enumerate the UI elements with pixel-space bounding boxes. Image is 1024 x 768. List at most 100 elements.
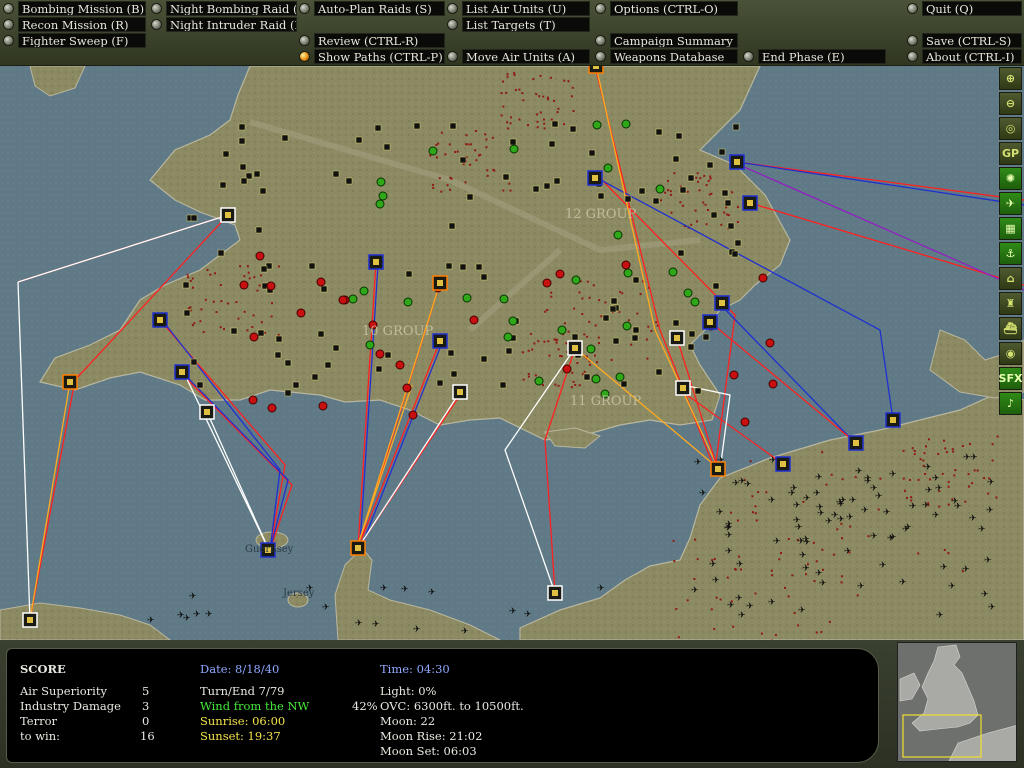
- airfield-marker[interactable]: [732, 123, 740, 131]
- airfield-marker[interactable]: [672, 319, 680, 327]
- target-marker[interactable]: [768, 379, 778, 389]
- airfield-marker[interactable]: [724, 199, 732, 207]
- luftwaffe-unit-marker[interactable]: ✈: [413, 625, 421, 635]
- luftwaffe-unit-marker[interactable]: ✈: [849, 496, 857, 506]
- luftwaffe-unit-marker[interactable]: ✈: [925, 486, 933, 496]
- luftwaffe-unit-marker[interactable]: ✈: [831, 511, 839, 521]
- fighter-unit-marker[interactable]: [655, 184, 665, 194]
- airfield-marker[interactable]: [609, 305, 617, 313]
- airfield-marker[interactable]: [688, 330, 696, 338]
- luftwaffe-unit-marker[interactable]: ✈: [193, 610, 201, 620]
- target-marker[interactable]: [375, 349, 385, 359]
- luftwaffe-unit-marker[interactable]: ✈: [738, 477, 746, 487]
- sfx-button[interactable]: SFX: [999, 367, 1022, 390]
- luftwaffe-unit-marker[interactable]: ✈: [803, 494, 811, 504]
- airfield-marker[interactable]: [190, 214, 198, 222]
- luftwaffe-unit-marker[interactable]: ✈: [978, 525, 986, 535]
- luftwaffe-unit-marker[interactable]: ✈: [909, 502, 917, 512]
- fighter-unit-marker[interactable]: [534, 376, 544, 386]
- zoom-out-icon[interactable]: ⊖: [999, 92, 1022, 115]
- airfield-marker[interactable]: [355, 136, 363, 144]
- target-marker[interactable]: [266, 281, 276, 291]
- fighter-unit-marker[interactable]: [508, 316, 518, 326]
- target-marker[interactable]: [395, 360, 405, 370]
- luftwaffe-unit-marker[interactable]: ✈: [986, 506, 994, 516]
- luftwaffe-unit-marker[interactable]: ✈: [691, 586, 699, 596]
- luftwaffe-unit-marker[interactable]: ✈: [725, 523, 733, 533]
- airfield-marker[interactable]: [405, 270, 413, 278]
- luftwaffe-unit-marker[interactable]: ✈: [322, 603, 330, 613]
- recon-mission-button[interactable]: Recon Mission (R): [3, 17, 146, 32]
- airfield-marker[interactable]: [459, 263, 467, 271]
- airfield-marker[interactable]: [196, 381, 204, 389]
- about-button[interactable]: About (CTRL-I): [907, 49, 1022, 64]
- airfield-marker[interactable]: [255, 226, 263, 234]
- luftwaffe-unit-marker[interactable]: ✈: [793, 516, 801, 526]
- luftwaffe-unit-marker[interactable]: ✈: [904, 523, 912, 533]
- airfield-marker[interactable]: [190, 358, 198, 366]
- airfield-marker[interactable]: [436, 379, 444, 387]
- airfield-marker[interactable]: [345, 177, 353, 185]
- fighter-unit-marker[interactable]: [359, 286, 369, 296]
- airfield-marker[interactable]: [679, 186, 687, 194]
- airfield-marker[interactable]: [710, 211, 718, 219]
- airfield-marker[interactable]: [324, 361, 332, 369]
- luftwaffe-unit-marker[interactable]: ✈: [768, 598, 776, 608]
- target-marker[interactable]: [621, 260, 631, 270]
- target-marker[interactable]: [239, 280, 249, 290]
- luftwaffe-unit-marker[interactable]: ✈: [861, 506, 869, 516]
- airfield-marker[interactable]: [721, 189, 729, 197]
- airfield-marker[interactable]: [632, 326, 640, 334]
- airfield-marker[interactable]: [219, 181, 227, 189]
- luftwaffe-unit-marker[interactable]: ✈: [725, 547, 733, 557]
- fighter-unit-marker[interactable]: [348, 294, 358, 304]
- luftwaffe-unit-marker[interactable]: ✈: [727, 601, 735, 611]
- airfield-marker[interactable]: [284, 389, 292, 397]
- luftwaffe-unit-marker[interactable]: ✈: [864, 474, 872, 484]
- move-air-units-button[interactable]: Move Air Units (A): [447, 49, 590, 64]
- city-icon[interactable]: ♜: [999, 292, 1022, 315]
- target-marker[interactable]: [562, 364, 572, 374]
- airfield-marker[interactable]: [238, 137, 246, 145]
- target-marker[interactable]: [729, 370, 739, 380]
- airfield-marker[interactable]: [182, 281, 190, 289]
- airfield-marker[interactable]: [602, 314, 610, 322]
- airfield-marker[interactable]: [551, 120, 559, 128]
- map-canvas[interactable]: ✈✈✈✈✈✈✈✈✈✈✈✈✈✈✈ ✈✈✈✈✈✈✈✈✈✈✈✈ ✈✈✈✈✈✈✈✈✈✈✈✈✈…: [0, 66, 1024, 640]
- anchor-icon[interactable]: ⚓: [999, 242, 1022, 265]
- target-marker[interactable]: [296, 308, 306, 318]
- luftwaffe-unit-marker[interactable]: ✈: [712, 576, 720, 586]
- airfield-marker[interactable]: [612, 337, 620, 345]
- fighter-unit-marker[interactable]: [591, 374, 601, 384]
- airfield-marker[interactable]: [553, 177, 561, 185]
- airfield-marker[interactable]: [332, 170, 340, 178]
- luftwaffe-unit-marker[interactable]: ✈: [694, 458, 702, 468]
- airfield-marker[interactable]: [731, 250, 739, 258]
- fighter-unit-marker[interactable]: [690, 297, 700, 307]
- luftwaffe-unit-marker[interactable]: ✈: [802, 564, 810, 574]
- airfield-marker[interactable]: [702, 333, 710, 341]
- airfield-marker[interactable]: [543, 182, 551, 190]
- airfield-marker[interactable]: [257, 329, 265, 337]
- airfield-marker[interactable]: [480, 273, 488, 281]
- airfield-marker[interactable]: [230, 327, 238, 335]
- target-marker[interactable]: [542, 278, 552, 288]
- luftwaffe-unit-marker[interactable]: ✈: [932, 474, 940, 484]
- airfield-marker[interactable]: [275, 335, 283, 343]
- luftwaffe-unit-marker[interactable]: ✈: [746, 602, 754, 612]
- luftwaffe-unit-marker[interactable]: ✈: [461, 627, 469, 637]
- airfield-marker[interactable]: [652, 197, 660, 205]
- airfield-marker[interactable]: [655, 368, 663, 376]
- airfield-marker[interactable]: [548, 140, 556, 148]
- target-marker[interactable]: [267, 403, 277, 413]
- airfield-marker[interactable]: [675, 132, 683, 140]
- airfield-marker[interactable]: [499, 381, 507, 389]
- fighter-unit-marker[interactable]: [592, 120, 602, 130]
- fighter-unit-marker[interactable]: [603, 163, 613, 173]
- airfield-marker[interactable]: [687, 343, 695, 351]
- luftwaffe-unit-marker[interactable]: ✈: [870, 484, 878, 494]
- fighter-unit-marker[interactable]: [378, 191, 388, 201]
- luftwaffe-unit-marker[interactable]: ✈: [932, 511, 940, 521]
- airfield-marker[interactable]: [320, 285, 328, 293]
- luftwaffe-unit-marker[interactable]: ✈: [855, 467, 863, 477]
